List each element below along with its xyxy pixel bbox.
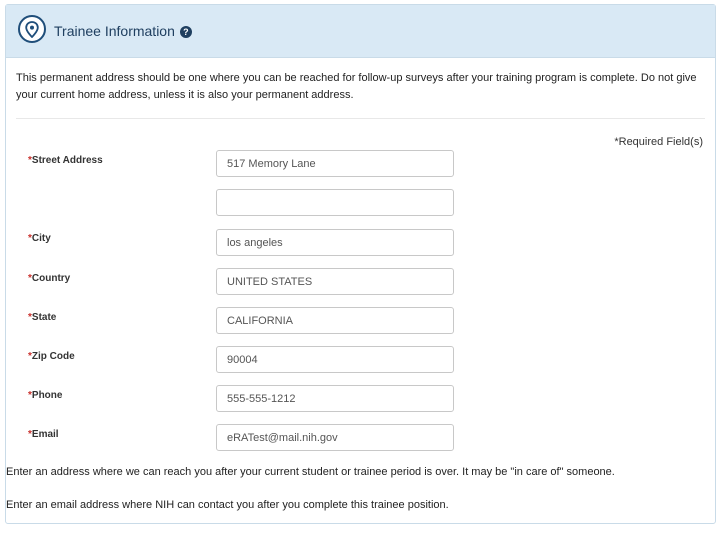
email-help-text: Enter an email address where NIH can con…: [6, 499, 449, 511]
map-pin-icon: [18, 15, 46, 43]
city-label: *City: [28, 233, 51, 244]
email-label: *Email: [28, 429, 59, 440]
state-input[interactable]: [216, 307, 454, 334]
state-label: *State: [28, 312, 57, 323]
country-label: *Country: [28, 273, 71, 284]
email-input[interactable]: [216, 424, 454, 451]
question-circle-icon[interactable]: ?: [179, 26, 192, 38]
country-input[interactable]: [216, 268, 454, 295]
trainee-information-panel: Trainee Information? This permanent addr…: [5, 4, 716, 524]
panel-title: Trainee Information?: [54, 23, 192, 39]
street-address-label: *Street Address: [28, 155, 103, 166]
street-address-input[interactable]: [216, 150, 454, 177]
intro-text: This permanent address should be one whe…: [16, 72, 697, 101]
zip-code-input[interactable]: [216, 346, 454, 373]
address-help-text: Enter an address where we can reach you …: [6, 466, 615, 478]
required-fields-note: *Required Field(s): [614, 136, 703, 148]
phone-input[interactable]: [216, 385, 454, 412]
zip-code-label: *Zip Code: [28, 351, 75, 362]
phone-label: *Phone: [28, 390, 63, 401]
street-address-line2-input[interactable]: [216, 189, 454, 216]
city-input[interactable]: [216, 229, 454, 256]
divider: [16, 118, 705, 119]
panel-header: Trainee Information?: [6, 5, 715, 58]
